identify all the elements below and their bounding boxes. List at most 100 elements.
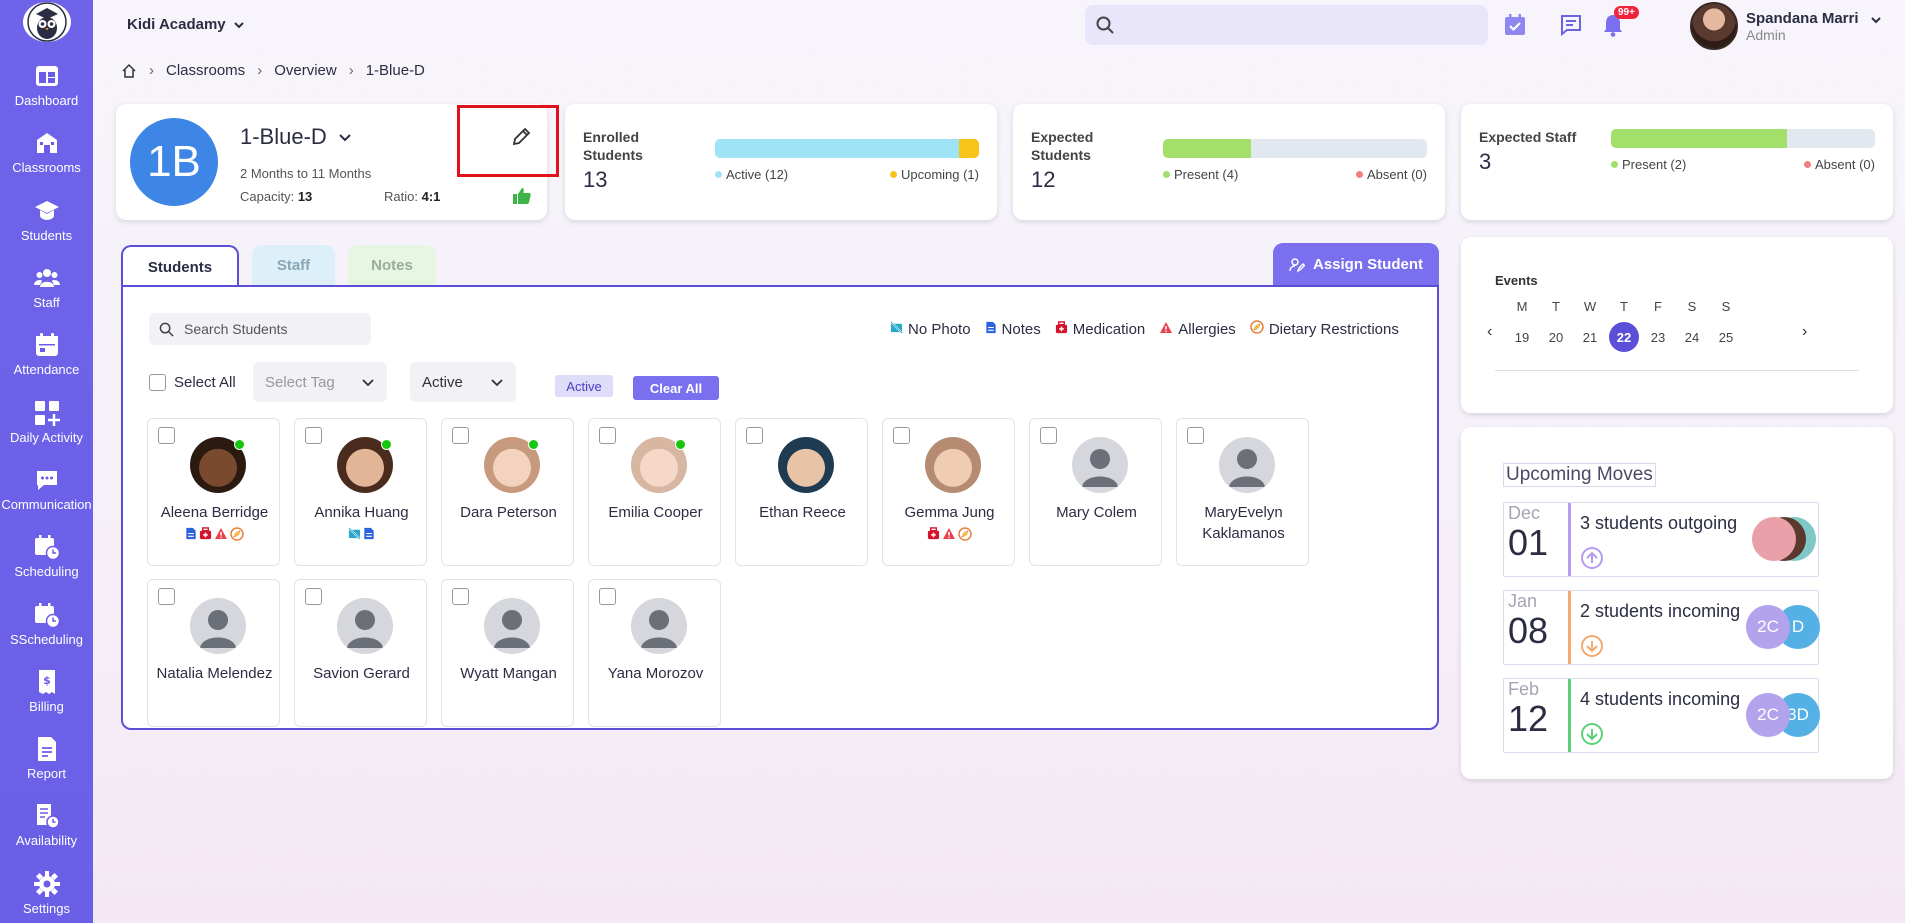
events-card: Events ‹ M 19 T 20 W 21 T 22 F 23 S 24 S 25 ›: [1461, 237, 1893, 413]
present-legend: Present (4): [1163, 167, 1238, 182]
student-card[interactable]: Dara Peterson: [441, 418, 574, 566]
calendar-day[interactable]: S 24: [1675, 299, 1709, 352]
student-checkbox[interactable]: [599, 588, 616, 605]
school-name: Kidi Acadamy: [127, 16, 226, 33]
global-search[interactable]: [1085, 5, 1488, 45]
student-card[interactable]: Wyatt Mangan: [441, 579, 574, 727]
student-card[interactable]: Natalia Melendez: [147, 579, 280, 727]
week-strip: M 19 T 20 W 21 T 22 F 23 S 24 S 25: [1505, 299, 1743, 352]
student-checkbox[interactable]: [158, 427, 175, 444]
student-checkbox[interactable]: [746, 427, 763, 444]
student-card[interactable]: Emilia Cooper: [588, 418, 721, 566]
student-card[interactable]: Aleena Berridge: [147, 418, 280, 566]
student-checkbox[interactable]: [1187, 427, 1204, 444]
legend-allergies: Allergies: [1159, 320, 1236, 338]
classroom-selector[interactable]: 1-Blue-D: [240, 124, 353, 150]
student-card[interactable]: Savion Gerard: [294, 579, 427, 727]
sidebar-item-sscheduling[interactable]: SScheduling: [0, 590, 93, 657]
student-checkbox[interactable]: [452, 427, 469, 444]
student-card[interactable]: Yana Morozov: [588, 579, 721, 727]
student-checkbox[interactable]: [1040, 427, 1057, 444]
student-checkbox[interactable]: [158, 588, 175, 605]
student-flag-icons: [883, 527, 1016, 546]
move-month: Jan: [1508, 591, 1538, 611]
move-row[interactable]: Feb 12 4 students incoming 3D 2C: [1503, 678, 1820, 753]
sidebar-item-students[interactable]: Students: [0, 187, 93, 254]
sidebar-item-label: Report: [26, 766, 67, 782]
upcoming-moves-title: Upcoming Moves: [1503, 463, 1656, 487]
select-all-checkbox[interactable]: Select All: [149, 374, 236, 391]
breadcrumb-overview[interactable]: Overview: [274, 62, 337, 79]
sidebar-item-availability[interactable]: Availability: [0, 792, 93, 859]
owl-logo-icon[interactable]: [22, 2, 71, 42]
classroom-age-range: 2 Months to 11 Months: [240, 166, 372, 181]
global-search-input[interactable]: [1123, 17, 1488, 33]
student-card[interactable]: MaryEvelyn Kaklamanos: [1176, 418, 1309, 566]
sidebar-item-scheduling[interactable]: Scheduling: [0, 523, 93, 590]
sidebar-item-dashboard[interactable]: Dashboard: [0, 52, 93, 119]
assign-student-button[interactable]: Assign Student: [1273, 243, 1439, 286]
user-role: Admin: [1746, 26, 1786, 43]
arrow-down-circle-icon: [1580, 634, 1604, 658]
student-checkbox[interactable]: [305, 588, 322, 605]
school-selector[interactable]: Kidi Acadamy: [127, 16, 246, 33]
breadcrumb-classrooms[interactable]: Classrooms: [166, 62, 245, 79]
move-description: 3 students outgoing: [1580, 513, 1738, 533]
icon-legend: No Photo Notes Medication Allergies Diet…: [890, 320, 1399, 338]
chat-icon[interactable]: [1558, 12, 1584, 38]
student-search[interactable]: Search Students: [149, 313, 371, 345]
student-checkbox[interactable]: [305, 427, 322, 444]
notification-bell-icon[interactable]: 99+: [1600, 6, 1639, 38]
tab-staff[interactable]: Staff: [252, 245, 335, 285]
home-icon[interactable]: [121, 63, 137, 79]
calendar-day[interactable]: F 23: [1641, 299, 1675, 352]
edit-pencil-icon[interactable]: [510, 126, 534, 150]
tab-students[interactable]: Students: [121, 245, 239, 287]
student-card[interactable]: Gemma Jung: [882, 418, 1015, 566]
student-name: Savion Gerard: [313, 665, 410, 682]
student-card[interactable]: Mary Colem: [1029, 418, 1162, 566]
classroom-name: 1-Blue-D: [240, 124, 327, 149]
thumbs-up-icon: [512, 186, 532, 206]
sidebar-item-report[interactable]: Report: [0, 725, 93, 792]
default-avatar-icon: [1219, 437, 1275, 493]
sidebar-item-settings[interactable]: Settings: [0, 860, 93, 923]
user-name: Spandana Marri: [1746, 9, 1859, 27]
calendar-day[interactable]: T 22: [1607, 299, 1641, 352]
student-card[interactable]: Annika Huang: [294, 418, 427, 566]
clear-all-button[interactable]: Clear All: [633, 376, 719, 400]
calendar-day[interactable]: M 19: [1505, 299, 1539, 352]
day-number: 19: [1514, 329, 1530, 345]
tag-select[interactable]: Select Tag: [253, 362, 387, 402]
calendar-check-icon[interactable]: [1502, 12, 1528, 38]
sidebar-item-communication[interactable]: Communication: [0, 456, 93, 523]
medication-icon: [199, 527, 212, 546]
move-month: Feb: [1508, 679, 1540, 699]
status-select[interactable]: Active: [410, 362, 516, 402]
weekday-label: T: [1620, 299, 1628, 314]
move-row[interactable]: Jan 08 2 students incoming D 2C: [1503, 590, 1820, 665]
sidebar-item-classrooms[interactable]: Classrooms: [0, 119, 93, 186]
student-checkbox[interactable]: [599, 427, 616, 444]
calendar-day[interactable]: S 25: [1709, 299, 1743, 352]
student-name: Annika Huang: [314, 504, 409, 521]
sidebar-item-billing[interactable]: $ Billing: [0, 658, 93, 725]
student-checkbox[interactable]: [893, 427, 910, 444]
arrow-down-circle-icon: [1580, 722, 1604, 746]
move-row[interactable]: Dec 01 3 students outgoing: [1503, 502, 1819, 577]
calendar-day[interactable]: T 20: [1539, 299, 1573, 352]
move-day: 01: [1508, 522, 1549, 563]
sidebar-item-daily-activity[interactable]: Daily Activity: [0, 388, 93, 455]
student-checkbox[interactable]: [452, 588, 469, 605]
next-week-icon[interactable]: ›: [1802, 323, 1807, 341]
student-card[interactable]: Ethan Reece: [735, 418, 868, 566]
filter-chip-active[interactable]: Active: [555, 375, 613, 397]
sidebar-item-staff[interactable]: Staff: [0, 254, 93, 321]
calendar-day[interactable]: W 21: [1573, 299, 1607, 352]
student-avatar: [778, 437, 834, 493]
user-menu[interactable]: Spandana Marri Admin: [1690, 2, 1883, 50]
prev-week-icon[interactable]: ‹: [1487, 323, 1492, 341]
checkbox[interactable]: [149, 374, 166, 391]
tab-notes[interactable]: Notes: [348, 245, 436, 285]
sidebar-item-attendance[interactable]: Attendance: [0, 321, 93, 388]
